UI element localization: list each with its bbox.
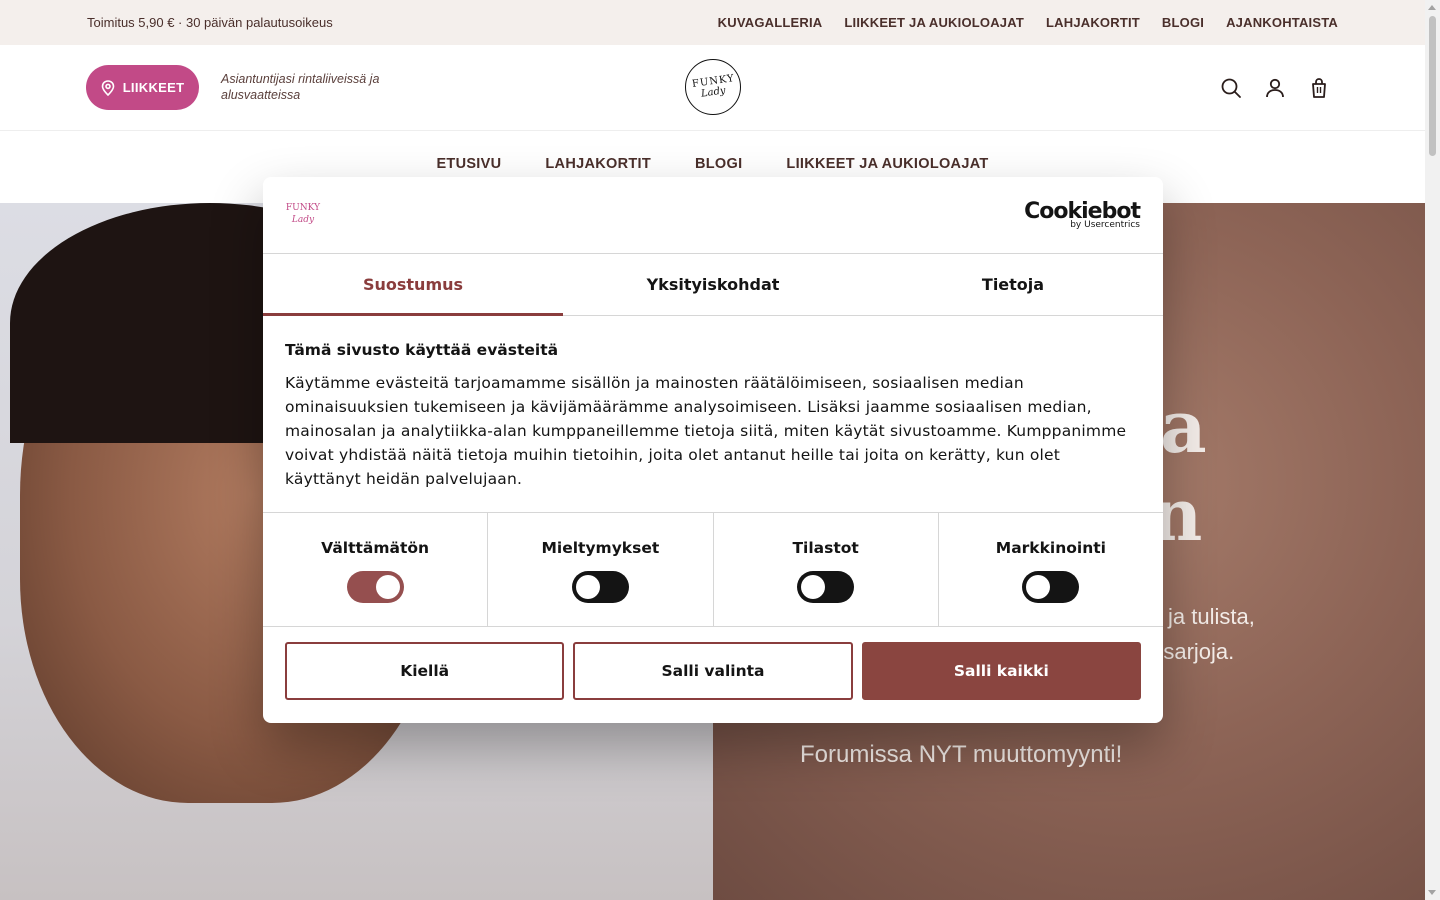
cookie-logo-text-top: FUNKY bbox=[285, 203, 321, 213]
cookie-dialog-header: FUNKY Lady Cookiebot by Usercentrics bbox=[263, 177, 1163, 254]
shipping-announcement: Toimitus 5,90 € · 30 päivän palautusoike… bbox=[87, 15, 333, 30]
top-link-blog[interactable]: BLOGI bbox=[1162, 15, 1204, 30]
marketing-toggle[interactable] bbox=[1022, 571, 1080, 603]
toggle-knob bbox=[801, 575, 826, 599]
cookie-dialog-text: Käytämme evästeitä tarjoamamme sisällön … bbox=[285, 374, 1127, 488]
toggle-knob bbox=[375, 575, 400, 599]
scroll-thumb[interactable] bbox=[1429, 16, 1436, 156]
top-link-stores[interactable]: LIIKKEET JA AUKIOLOAJAT bbox=[844, 15, 1024, 30]
logo-text-bottom: Lady bbox=[700, 85, 726, 100]
toggle-group-statistics: Tilastot bbox=[714, 513, 939, 626]
cookie-dialog-body: Tämä sivusto käyttää evästeitä Käytämme … bbox=[263, 316, 1163, 513]
preferences-toggle[interactable] bbox=[571, 571, 629, 603]
cookie-dialog-title: Tämä sivusto käyttää evästeitä bbox=[285, 341, 559, 359]
tagline: Asiantuntijasi rintaliiveissä ja alusvaa… bbox=[221, 72, 380, 102]
deny-button[interactable]: Kiellä bbox=[285, 642, 565, 700]
toggle-group-necessary: Välttämätön bbox=[263, 513, 489, 626]
top-links: KUVAGALLERIA LIIKKEET JA AUKIOLOAJAT LAH… bbox=[718, 15, 1338, 30]
toggle-group-preferences: Mieltymykset bbox=[488, 513, 714, 626]
top-link-gallery[interactable]: KUVAGALLERIA bbox=[718, 15, 823, 30]
toggle-label-marketing: Markkinointi bbox=[995, 539, 1106, 557]
page-scrollbar[interactable] bbox=[1425, 0, 1440, 900]
cookie-logo-text-bottom: Lady bbox=[291, 215, 315, 225]
top-link-news[interactable]: AJANKOHTAISTA bbox=[1226, 15, 1338, 30]
toggle-knob bbox=[575, 575, 600, 599]
stores-button[interactable]: LIIKKEET bbox=[86, 65, 199, 110]
toggle-label-statistics: Tilastot bbox=[792, 539, 859, 557]
toggle-group-marketing: Markkinointi bbox=[939, 513, 1163, 626]
account-icon[interactable] bbox=[1263, 76, 1287, 100]
stores-button-label: LIIKKEET bbox=[122, 80, 185, 95]
statistics-toggle[interactable] bbox=[797, 571, 855, 603]
cookie-tabs: Suostumus Yksityiskohdat Tietoja bbox=[263, 254, 1163, 316]
toggle-label-necessary: Välttämätön bbox=[321, 539, 430, 557]
toggle-knob bbox=[1026, 575, 1051, 599]
tab-consent[interactable]: Suostumus bbox=[263, 254, 563, 316]
cart-icon[interactable] bbox=[1307, 76, 1331, 100]
site-header: LIIKKEET Asiantuntijasi rintaliiveissä j… bbox=[0, 45, 1425, 131]
search-icon[interactable] bbox=[1219, 76, 1243, 100]
toggle-label-preferences: Mieltymykset bbox=[541, 539, 660, 557]
tab-about[interactable]: Tietoja bbox=[863, 254, 1163, 315]
header-actions bbox=[1219, 76, 1331, 100]
allow-selection-button[interactable]: Salli valinta bbox=[573, 642, 853, 700]
cookie-site-logo: FUNKY Lady bbox=[283, 202, 323, 232]
cookie-consent-dialog: FUNKY Lady Cookiebot by Usercentrics Suo… bbox=[263, 177, 1163, 723]
necessary-toggle[interactable] bbox=[346, 571, 404, 603]
location-pin-icon bbox=[101, 79, 114, 96]
tab-details[interactable]: Yksityiskohdat bbox=[563, 254, 863, 315]
top-link-giftcards[interactable]: LAHJAKORTIT bbox=[1046, 15, 1140, 30]
scroll-up-arrow[interactable] bbox=[1428, 5, 1436, 10]
cookie-actions: Kiellä Salli valinta Salli kaikki bbox=[263, 627, 1163, 700]
announcement-bar: Toimitus 5,90 € · 30 päivän palautusoike… bbox=[0, 0, 1425, 45]
cookiebot-logo[interactable]: Cookiebot by Usercentrics bbox=[1024, 199, 1141, 230]
allow-all-button[interactable]: Salli kaikki bbox=[861, 642, 1141, 700]
cookie-category-toggles: Välttämätön Mieltymykset Tilastot Markki… bbox=[263, 513, 1163, 627]
scroll-down-arrow[interactable] bbox=[1428, 890, 1436, 895]
site-logo[interactable]: FUNKY Lady bbox=[685, 59, 741, 115]
hero-cta-text[interactable]: Forumissa NYT muuttomyynti! bbox=[800, 741, 1122, 769]
